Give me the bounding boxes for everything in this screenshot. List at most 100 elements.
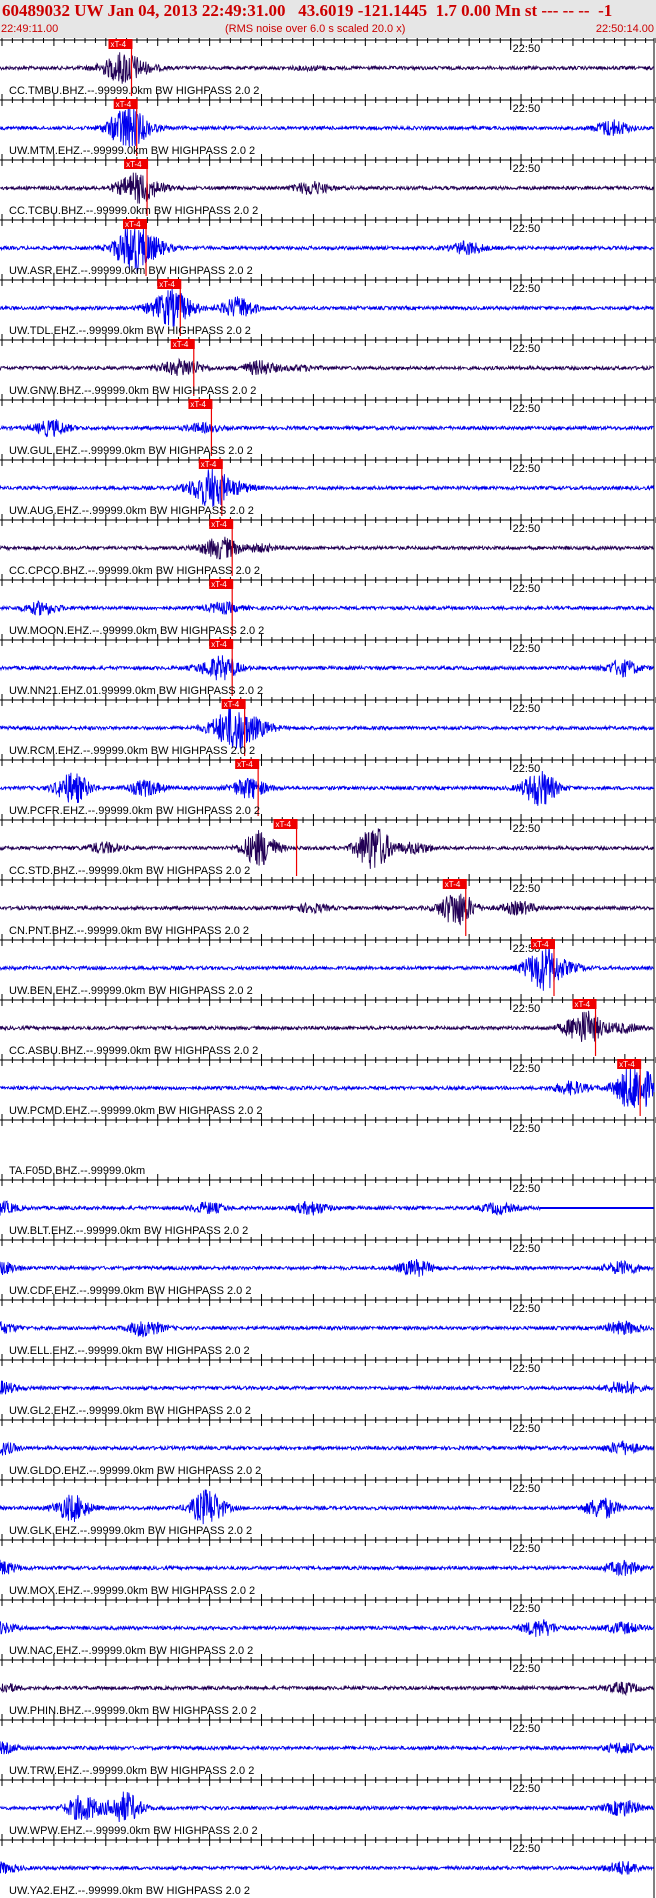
station-label: UW.PHIN.BHZ.--.99999.0km BW HIGHPASS 2.0…: [9, 1705, 256, 1717]
minute-label: 22:50: [513, 1603, 541, 1615]
trace-row: 22:50 UW.TRW.EHZ.--.99999.0km BW HIGHPASS…: [0, 1714, 656, 1777]
station-label: UW.NN21.EHZ.01.99999.0km BW HIGHPASS 2.0…: [9, 685, 263, 697]
trace-row: 22:50 xT-4 UW.AUG.EHZ.--.99999.0km BW HIGH…: [0, 454, 656, 517]
waveform: [0, 106, 655, 147]
minute-label: 22:50: [513, 583, 541, 595]
trace-row: 22:50 xT-4 CC.CPCO.BHZ.--.99999.0km BW HIG…: [0, 514, 656, 577]
minute-label: 22:50: [513, 283, 541, 295]
pick-label: xT-4: [276, 820, 292, 829]
trace-row: 22:50 UW.WPW.EHZ.--.99999.0km BW HIGHPASS…: [0, 1774, 656, 1837]
waveform: [0, 1741, 655, 1755]
trace-row: 22:50 xT-4 UW.TDL.EHZ.--.99999.0km BW HIGH…: [0, 274, 656, 337]
station-label: UW.AUG.EHZ.--.99999.0km BW HIGHPASS 2.0 …: [9, 505, 254, 517]
start-time: 22:49:11.00: [1, 23, 59, 35]
trace-row: 22:50xT-4UW.BEN.EHZ.--.99999.0km BW HIGH…: [0, 934, 656, 997]
trace-row: 22:50 xT-4 CC.TMBU.BHZ.--.99999.0km BW HIG…: [0, 38, 656, 97]
waveform: [0, 1681, 655, 1697]
rms-note: (RMS noise over 6.0 s scaled 20.0 x): [225, 23, 406, 35]
minute-label: 22:50: [513, 223, 541, 235]
waveform: [0, 828, 655, 869]
waveform: [0, 288, 655, 327]
station-label: UW.GUL.EHZ.--.99999.0km BW HIGHPASS 2.0 …: [9, 445, 253, 457]
trace-row: 22:50 UW.MOX.EHZ.--.99999.0km BW HIGHPASS…: [0, 1534, 656, 1597]
trace-row: 22:50 xT-4 UW.PCMD.EHZ.--.99999.0km BW HIG…: [0, 1054, 656, 1117]
seismogram-panel: 22:50 xT-4 CC.TMBU.BHZ.--.99999.0km BW HIG…: [0, 38, 656, 1898]
minute-label: 22:50: [513, 343, 541, 355]
waveform: [0, 705, 655, 749]
station-label: CC.TCBU.BHZ.--.99999.0km BW HIGHPASS 2.0…: [9, 205, 258, 217]
pick-label: xT-4: [575, 1000, 591, 1009]
station-label: UW.BEN.EHZ.--.99999.0km BW HIGHPASS 2.0 …: [9, 985, 253, 997]
waveform: [0, 1320, 655, 1338]
waveform: [0, 536, 655, 560]
waveform: [0, 1380, 655, 1395]
waveform: [0, 893, 655, 926]
waveform: [0, 1861, 655, 1875]
minute-label: 22:50: [513, 1723, 541, 1735]
waveform: [0, 1259, 655, 1277]
trace-row: 22:50 xT-4 UW.MTM.EHZ.--.99999.0km BW HIGH…: [0, 94, 656, 157]
pick-label: xT-4: [110, 40, 126, 49]
waveform: [0, 357, 655, 376]
pick-label: xT-4: [211, 580, 227, 589]
trace-row: 22:50 xT-4 UW.ASR.EHZ.--.99999.0km BW HIGH…: [0, 214, 656, 277]
minute-label: 22:50: [513, 1543, 541, 1555]
station-label: UW.ASR.EHZ.--.99999.0km BW HIGHPASS 2.0 …: [9, 265, 253, 277]
trace-row: 22:50 xT-4 UW.PCFR.EHZ.--.99999.0km BW HIG…: [0, 754, 656, 817]
minute-label: 22:50: [513, 1363, 541, 1375]
pick-label: xT-4: [619, 1060, 635, 1069]
waveform: [0, 1791, 655, 1823]
trace-row: 22:50 xT-4 CC.ASBU.BHZ.--.99999.0km BW HIG…: [0, 994, 656, 1057]
trace-row: 22:50 UW.GL2.EHZ.--.99999.0km BW HIGHPASS…: [0, 1354, 656, 1417]
waveform: [0, 1619, 655, 1637]
waveform: [0, 1063, 655, 1108]
waveform: [0, 1489, 655, 1525]
minute-label: 22:50: [513, 403, 541, 415]
minute-label: 22:50: [513, 1843, 541, 1855]
station-label: UW.PCMD.EHZ.--.99999.0km BW HIGHPASS 2.0…: [9, 1105, 262, 1117]
minute-label: 22:50: [513, 1123, 541, 1135]
pick-label: xT-4: [125, 220, 141, 229]
trace-row: 22:50 xT-4 CC.TCBU.BHZ.--.99999.0km BW HIG…: [0, 154, 656, 217]
trace-row: 22:50 xT-4 UW.GNW.BHZ.--.99999.0km BW HIGH…: [0, 334, 656, 397]
station-label: UW.CDF.EHZ.--.99999.0km BW HIGHPASS 2.0 …: [9, 1285, 251, 1297]
pick-label: xT-4: [159, 280, 175, 289]
minute-label: 22:50: [513, 103, 541, 115]
end-time: 22:50:14.00: [595, 23, 654, 35]
waveform: [0, 172, 655, 204]
minute-label: 22:50: [513, 463, 541, 475]
station-label: CN.PNT.BHZ.--.99999.0km BW HIGHPASS 2.0 …: [9, 925, 249, 937]
trace-row: 22:50 xT-4 UW.NN21.EHZ.01.99999.0km BW HIG…: [0, 634, 656, 697]
station-label: UW.TDL.EHZ.--.99999.0km BW HIGHPASS 2.0 …: [9, 325, 251, 337]
station-label: UW.YA2.EHZ.--.99999.0km BW HIGHPASS 2.0 …: [9, 1885, 250, 1897]
station-label: UW.TRW.EHZ.--.99999.0km BW HIGHPASS 2.0 …: [9, 1765, 254, 1777]
trace-row: 22:50 TA.F05D.BHZ.--.99999.0km: [0, 1114, 656, 1177]
station-label: UW.GLDO.EHZ.--.99999.0km BW HIGHPASS 2.0…: [9, 1465, 261, 1477]
station-label: TA.F05D.BHZ.--.99999.0km: [9, 1165, 145, 1177]
minute-label: 22:50: [513, 1003, 541, 1015]
trace-row: 22:50 UW.ELL.EHZ.--.99999.0km BW HIGHPASS…: [0, 1294, 656, 1357]
minute-label: 22:50: [513, 1783, 541, 1795]
minute-label: 22:50: [513, 883, 541, 895]
station-label: CC.STD.BHZ.--.99999.0km BW HIGHPASS 2.0 …: [9, 865, 250, 877]
pick-label: xT-4: [126, 160, 142, 169]
waveform: [0, 1559, 655, 1577]
pick-label: xT-4: [445, 880, 461, 889]
minute-label: 22:50: [513, 643, 541, 655]
trace-row: 22:50 xT-4 UW.GUL.EHZ.--.99999.0km BW HIGH…: [0, 394, 656, 457]
station-label: UW.MTM.EHZ.--.99999.0km BW HIGHPASS 2.0 …: [9, 145, 255, 157]
trace-row: 22:50 xT-4 CN.PNT.BHZ.--.99999.0km BW HIGH…: [0, 874, 656, 937]
pick-label: xT-4: [237, 760, 253, 769]
pick-label: xT-4: [201, 460, 217, 469]
pick-label: xT-4: [224, 700, 240, 709]
waveform: [0, 419, 655, 438]
pick-label: xT-4: [211, 640, 227, 649]
minute-label: 22:50: [513, 163, 541, 175]
waveform: [0, 655, 655, 681]
trace-row: 22:50 xT-4 CC.STD.BHZ.--.99999.0km BW HIGH…: [0, 814, 656, 877]
pick-label: xT-4: [211, 520, 227, 529]
waveform: [0, 1010, 655, 1042]
minute-label: 22:50: [513, 1483, 541, 1495]
header-bar: 60489032 UW Jan 04, 2013 22:49:31.00 43.…: [0, 0, 656, 38]
station-label: CC.ASBU.BHZ.--.99999.0km BW HIGHPASS 2.0…: [9, 1045, 258, 1057]
